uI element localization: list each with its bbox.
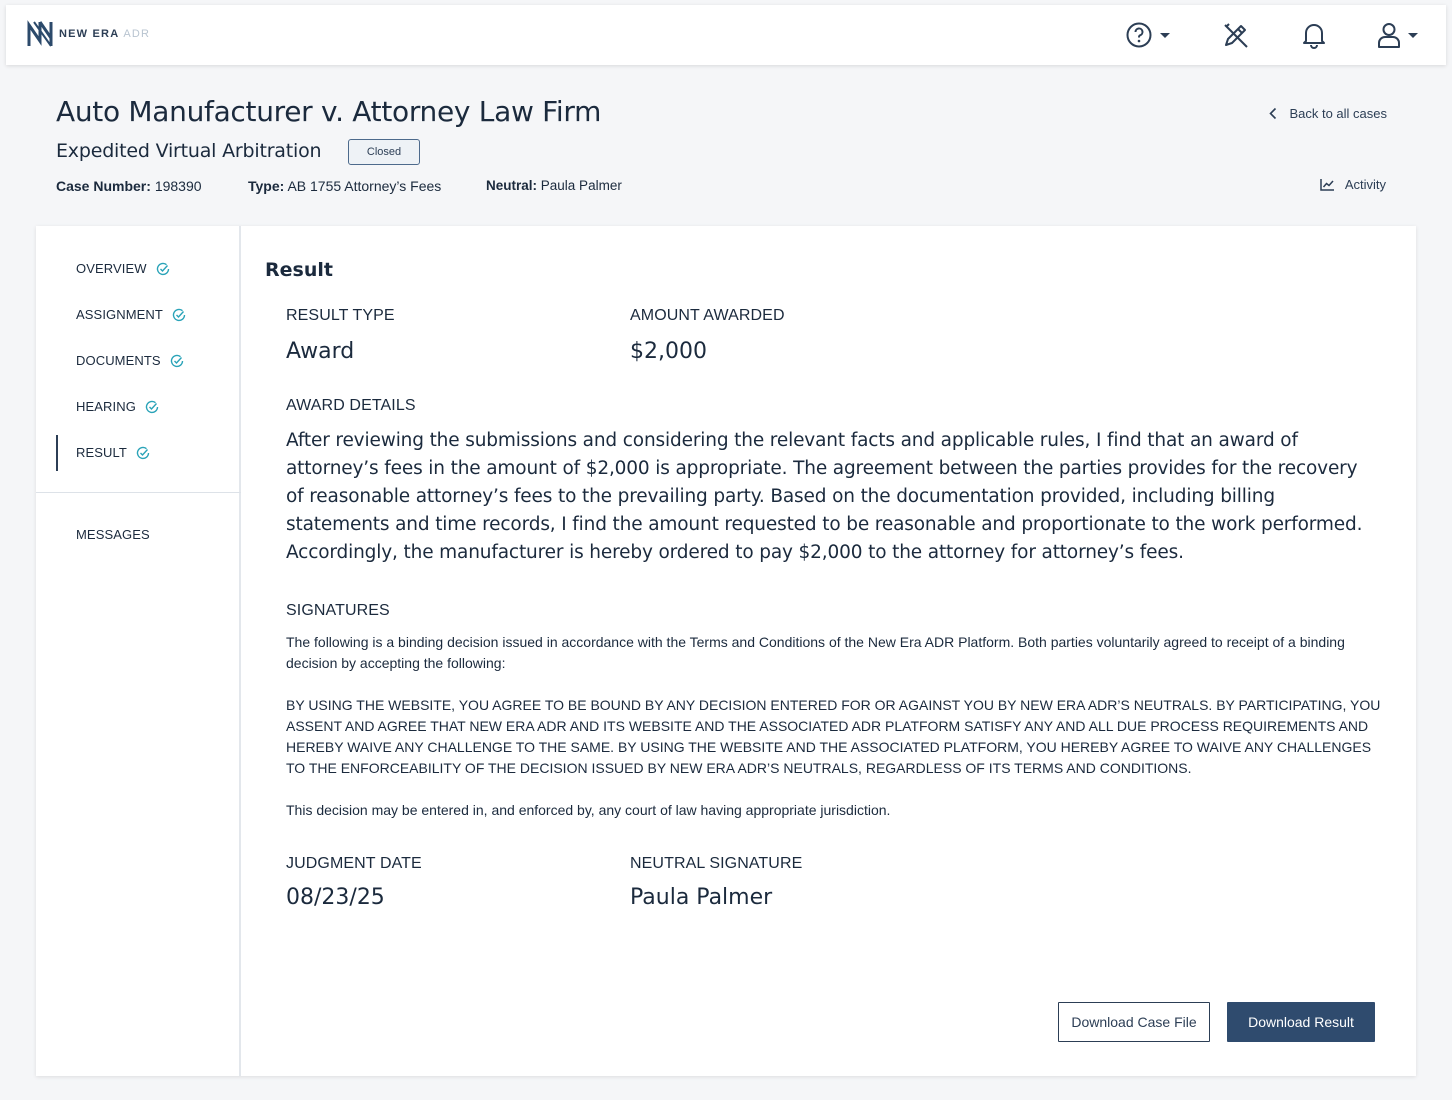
case-type-value: AB 1755 Attorney’s Fees	[287, 178, 442, 194]
edit-pen-icon	[1224, 23, 1248, 48]
user-icon	[1378, 23, 1400, 48]
amount-awarded-label: AMOUNT AWARDED	[630, 307, 785, 324]
award-details-text: After reviewing the submissions and cons…	[286, 430, 1363, 563]
check-circle-icon	[136, 446, 150, 459]
amount-awarded-value: $2,000	[630, 339, 707, 364]
case-detail-card: OVERVIEW ASSIGNMENT DOCUMENTS HEARING RE…	[36, 226, 1416, 1076]
neutral-signature-value: Paula Palmer	[630, 885, 773, 910]
logo-icon	[27, 20, 53, 47]
nav-item-result[interactable]: RESULT	[76, 445, 150, 460]
signatures-enforcement: This decision may be entered in, and enf…	[286, 802, 891, 818]
case-number: Case Number: 198390	[56, 178, 202, 194]
nav-item-messages[interactable]: MESSAGES	[76, 527, 150, 542]
signatures-terms: BY USING THE WEBSITE, YOU AGREE TO BE BO…	[286, 697, 1381, 776]
judgment-date-label: JUDGMENT DATE	[286, 855, 422, 872]
check-circle-icon	[145, 400, 159, 413]
result-type-label: RESULT TYPE	[286, 307, 395, 324]
download-result-button[interactable]: Download Result	[1227, 1002, 1375, 1042]
nav-item-assignment[interactable]: ASSIGNMENT	[76, 307, 186, 322]
nav-item-label: DOCUMENTS	[76, 353, 161, 368]
chevron-left-icon	[1269, 107, 1277, 120]
award-details-label: AWARD DETAILS	[286, 397, 416, 414]
result-type-value: Award	[286, 339, 355, 364]
case-neutral: Neutral: Paula Palmer	[486, 178, 622, 193]
user-menu[interactable]	[1376, 19, 1420, 51]
nav-item-label: RESULT	[76, 445, 127, 460]
nav-item-label: MESSAGES	[76, 527, 150, 542]
notifications-button[interactable]	[1301, 19, 1327, 51]
help-menu[interactable]	[1126, 19, 1172, 51]
case-type: Type: AB 1755 Attorney’s Fees	[248, 178, 441, 194]
signatures-intro: The following is a binding decision issu…	[286, 634, 1345, 671]
case-title: Auto Manufacturer v. Attorney Law Firm	[56, 95, 602, 128]
nav-item-documents[interactable]: DOCUMENTS	[76, 353, 184, 368]
nav-item-hearing[interactable]: HEARING	[76, 399, 159, 414]
check-circle-icon	[156, 262, 169, 275]
brand-name: NEW ERA ADR	[59, 28, 151, 40]
back-link-label: Back to all cases	[1289, 106, 1387, 121]
edit-button[interactable]	[1221, 19, 1251, 51]
chevron-down-icon	[1408, 33, 1418, 38]
download-case-file-button[interactable]: Download Case File	[1058, 1002, 1210, 1042]
nav-divider	[36, 492, 241, 493]
nav-item-label: ASSIGNMENT	[76, 307, 163, 322]
case-neutral-label: Neutral:	[486, 178, 538, 193]
neutral-signature-label: NEUTRAL SIGNATURE	[630, 855, 803, 872]
activity-label: Activity	[1344, 177, 1386, 192]
check-circle-icon	[170, 354, 183, 367]
nav-item-label: HEARING	[76, 399, 136, 414]
chevron-down-icon	[1160, 33, 1170, 38]
case-number-label: Case Number:	[56, 178, 151, 194]
case-type-label: Type:	[248, 178, 285, 194]
status-badge: Closed	[348, 139, 420, 165]
section-nav: OVERVIEW ASSIGNMENT DOCUMENTS HEARING RE…	[36, 226, 241, 1076]
case-subtitle: Expedited Virtual Arbitration	[56, 140, 322, 162]
help-icon	[1126, 22, 1152, 48]
bell-icon	[1303, 24, 1325, 49]
chart-line-icon	[1320, 179, 1334, 191]
signatures-label: SIGNATURES	[286, 602, 390, 619]
logo[interactable]: NEW ERA ADR	[26, 19, 150, 49]
section-title: Result	[265, 259, 333, 281]
nav-item-overview[interactable]: OVERVIEW	[76, 261, 170, 276]
back-to-cases-link[interactable]: Back to all cases	[1269, 106, 1387, 121]
case-number-value: 198390	[154, 178, 202, 194]
check-circle-icon	[172, 308, 186, 321]
top-bar: NEW ERA ADR	[6, 5, 1446, 65]
case-neutral-value: Paula Palmer	[540, 178, 622, 193]
activity-link[interactable]: Activity	[1320, 177, 1386, 192]
nav-item-label: OVERVIEW	[76, 261, 147, 276]
judgment-date-value: 08/23/25	[286, 885, 385, 910]
active-indicator	[56, 435, 58, 471]
